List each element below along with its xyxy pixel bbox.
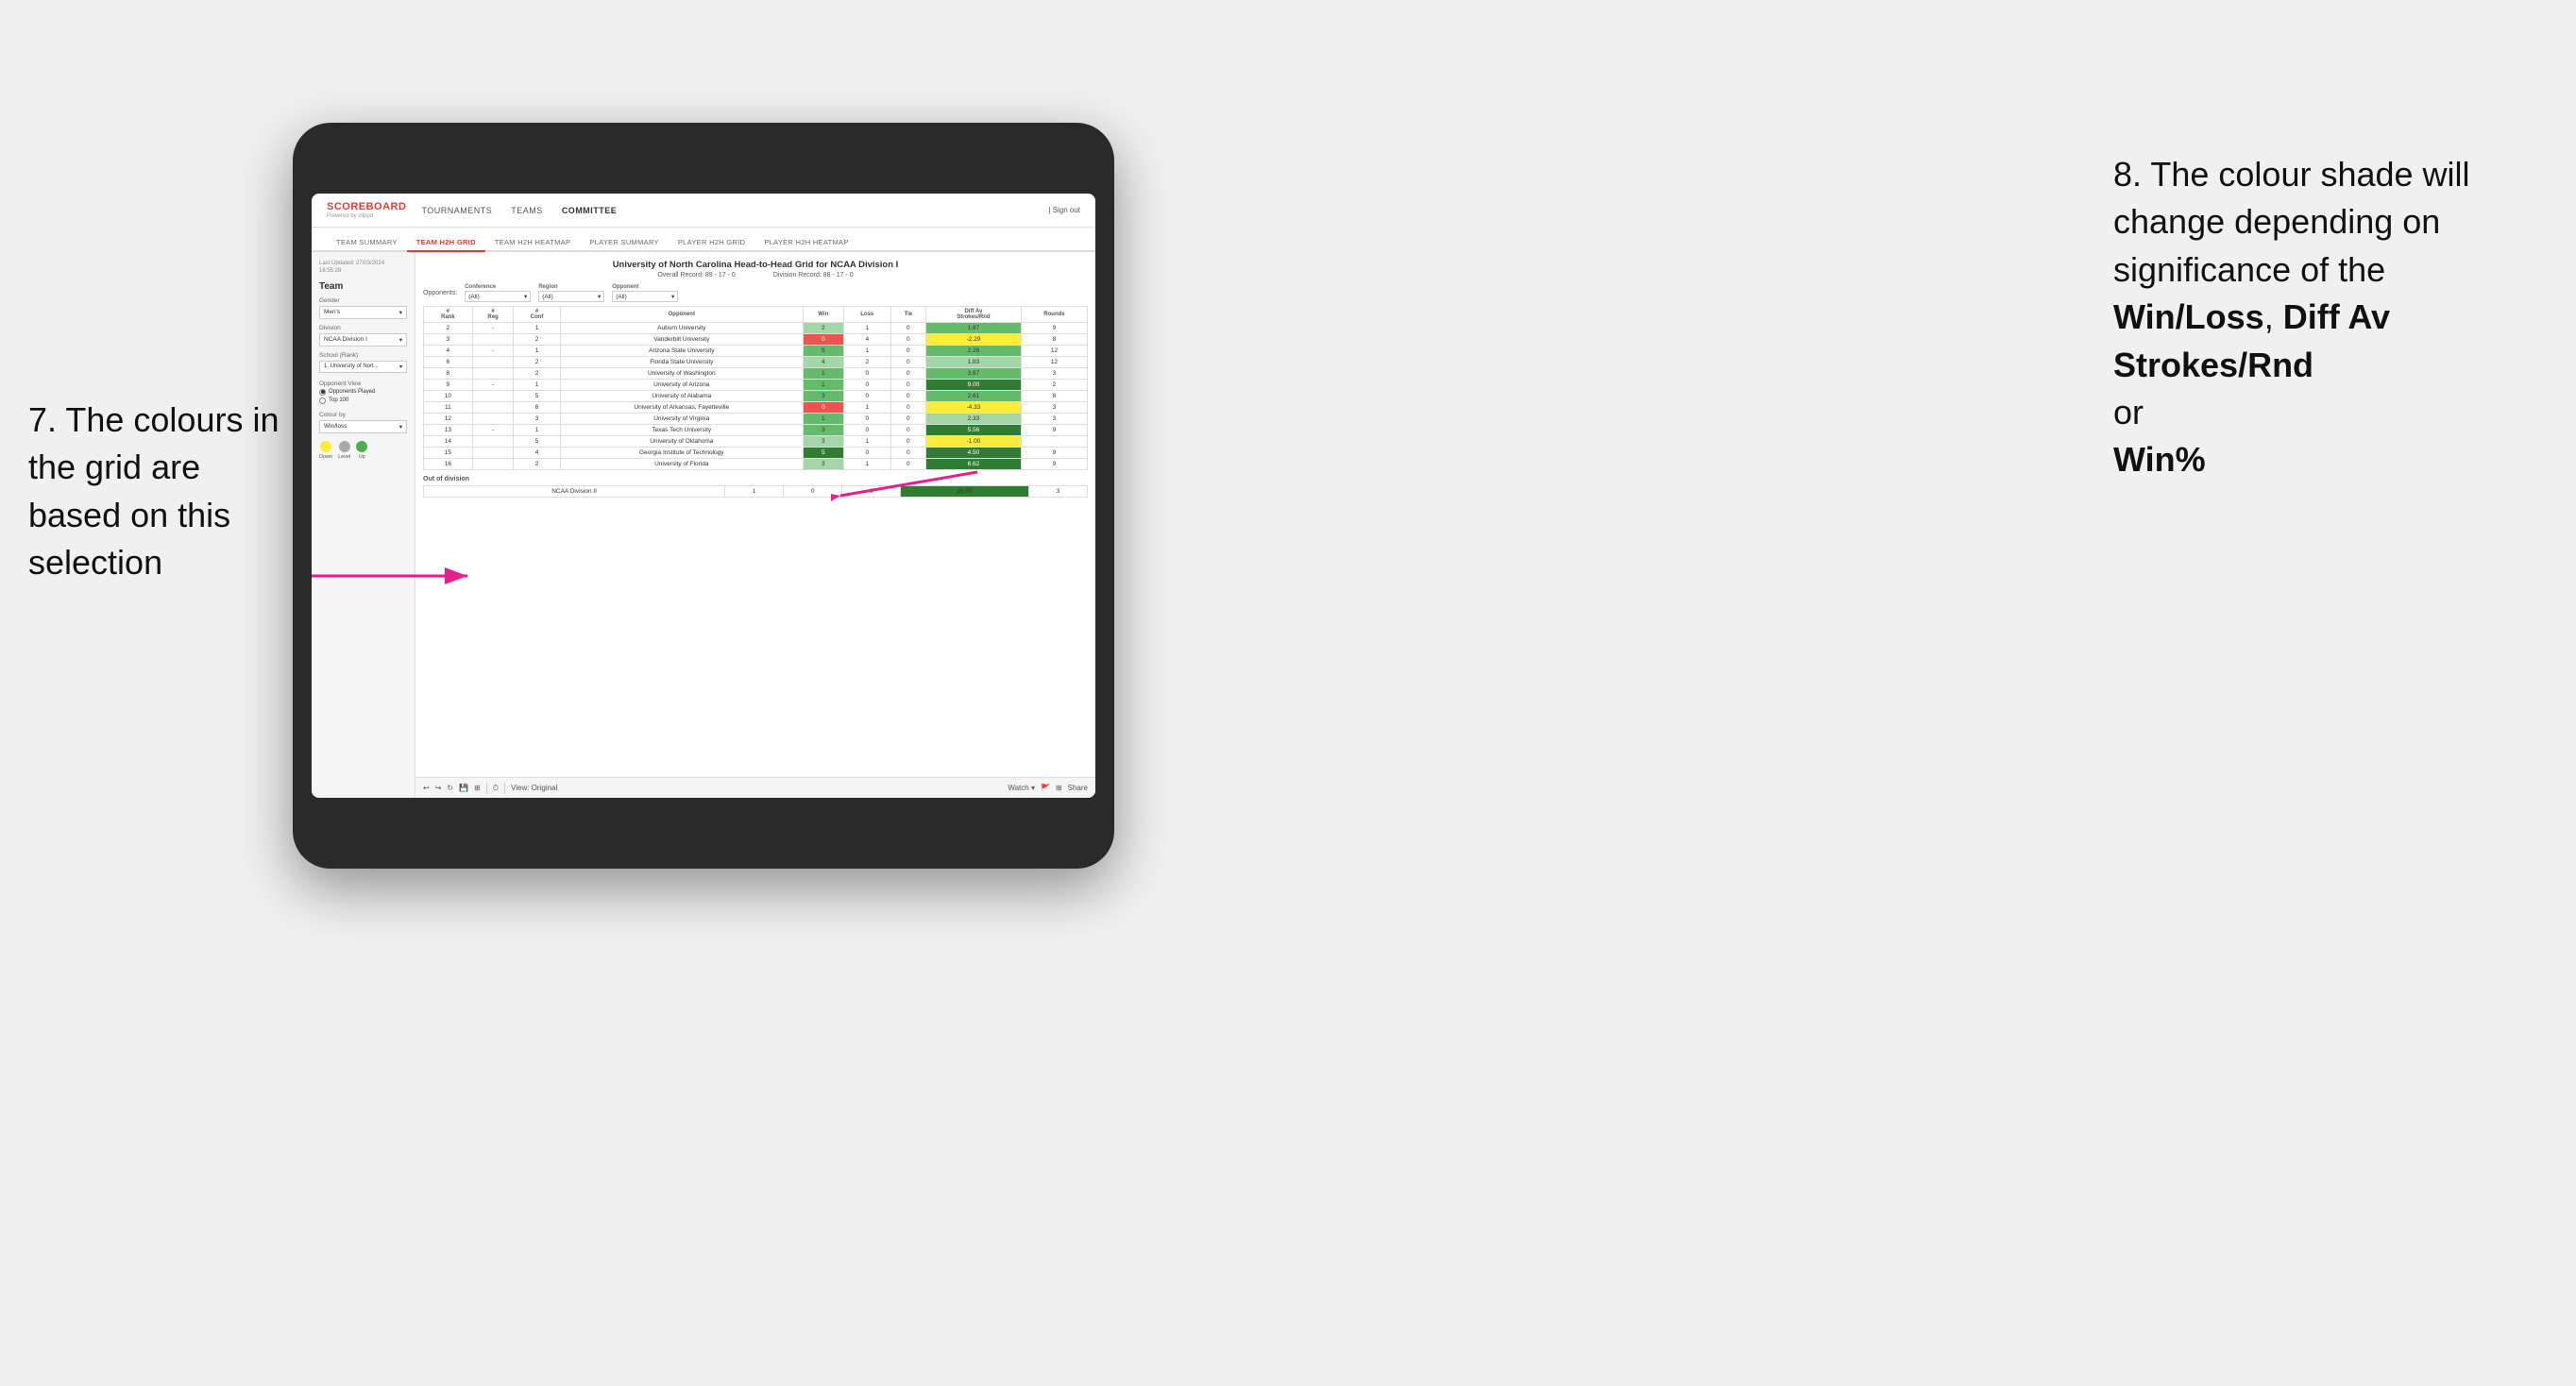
toolbar-grid[interactable]: ⊞ xyxy=(474,784,481,792)
table-row: 4 - 1 Arizona State University 5 1 0 2.2… xyxy=(424,346,1088,357)
arrow-left xyxy=(312,562,482,590)
nav-links: TOURNAMENTS TEAMS COMMITTEE xyxy=(421,206,617,215)
table-row: 3 2 Vanderbilt University 0 4 0 -2.29 8 xyxy=(424,334,1088,346)
school-dropdown[interactable]: 1. University of Nort... ▾ xyxy=(319,361,407,373)
annotation-left: 7. The colours in the grid are based on … xyxy=(28,397,302,587)
col-reg: #Reg xyxy=(472,307,514,323)
toolbar-layout[interactable]: ⊞ xyxy=(1056,784,1062,792)
col-win: Win xyxy=(803,307,843,323)
filter-row: Opponents: Conference (All) ▾ Region (Al… xyxy=(423,284,1088,302)
annotation-right: 8. The colour shade will change dependin… xyxy=(2113,151,2567,484)
grid-area: University of North Carolina Head-to-Hea… xyxy=(415,252,1095,798)
out-of-division-row: NCAA Division II 1 0 0 26.00 3 xyxy=(424,486,1088,498)
radio-dot-1 xyxy=(319,389,326,396)
col-opponent: Opponent xyxy=(560,307,803,323)
tab-team-h2h-grid[interactable]: TEAM H2H GRID xyxy=(407,238,485,252)
logo-sub: Powered by clippd xyxy=(327,213,406,219)
legend-down: Down xyxy=(319,441,332,460)
legend-up: Up xyxy=(356,441,367,460)
left-panel: Last Updated: 27/03/2024 16:55:28 Team G… xyxy=(312,252,415,798)
nav-tournaments[interactable]: TOURNAMENTS xyxy=(421,206,492,215)
toolbar-watch[interactable]: Watch ▾ xyxy=(1008,784,1035,792)
out-of-division-table: NCAA Division II 1 0 0 26.00 3 xyxy=(423,485,1088,498)
table-row: 15 4 Georgia Institute of Technology 5 0… xyxy=(424,448,1088,459)
toolbar-save[interactable]: 💾 xyxy=(459,784,468,792)
tab-player-summary[interactable]: PLAYER SUMMARY xyxy=(580,238,669,252)
toolbar-view[interactable]: View: Original xyxy=(511,784,557,792)
radio-dot-2 xyxy=(319,397,326,404)
col-loss: Loss xyxy=(843,307,890,323)
nav-teams[interactable]: TEAMS xyxy=(511,206,543,215)
toolbar-clock[interactable]: ⏱ xyxy=(493,784,499,793)
tab-player-h2h-heatmap[interactable]: PLAYER H2H HEATMAP xyxy=(754,238,857,252)
radio-top100[interactable]: Top 100 xyxy=(319,397,407,404)
opponent-filter: Opponent (All) ▾ xyxy=(612,284,678,302)
table-row: 16 2 University of Florida 3 1 0 6.62 9 xyxy=(424,459,1088,470)
toolbar-divider-1 xyxy=(486,783,487,794)
table-row: 2 - 1 Auburn University 2 1 0 1.67 9 xyxy=(424,323,1088,334)
opponent-select[interactable]: (All) ▾ xyxy=(612,291,678,302)
main-content: Last Updated: 27/03/2024 16:55:28 Team G… xyxy=(312,252,1095,798)
division-dropdown[interactable]: NCAA Division I ▾ xyxy=(319,333,407,346)
grid-subtitle: Overall Record: 89 - 17 - 0 Division Rec… xyxy=(423,272,1088,279)
logo: SCOREBOARD xyxy=(327,201,406,212)
team-label: Team xyxy=(319,281,407,292)
legend-dot-up xyxy=(356,441,367,452)
legend-dot-down xyxy=(320,441,331,452)
tab-player-h2h-grid[interactable]: PLAYER H2H GRID xyxy=(669,238,754,252)
radio-opponents-played[interactable]: Opponents Played xyxy=(319,389,407,396)
conference-filter: Conference (All) ▾ xyxy=(465,284,531,302)
region-select[interactable]: (All) ▾ xyxy=(538,291,604,302)
toolbar-share[interactable]: Share xyxy=(1068,784,1088,792)
opponent-view: Opponent View Opponents Played Top 100 xyxy=(319,380,407,404)
legend-dot-level xyxy=(339,441,350,452)
toolbar-undo[interactable]: ↩ xyxy=(423,784,430,792)
region-filter: Region (All) ▾ xyxy=(538,284,604,302)
out-of-division-label: Out of division xyxy=(423,476,1088,482)
col-tie: Tie xyxy=(890,307,925,323)
table-row: 12 3 University of Virginia 1 0 0 2.33 3 xyxy=(424,414,1088,425)
conference-select[interactable]: (All) ▾ xyxy=(465,291,531,302)
col-conf: #Conf xyxy=(514,307,560,323)
table-row: 6 2 Florida State University 4 2 0 1.83 … xyxy=(424,357,1088,368)
table-row: 9 - 1 University of Arizona 1 0 0 9.00 2 xyxy=(424,380,1088,391)
data-table: #Rank #Reg #Conf Opponent Win Loss Tie D… xyxy=(423,306,1088,470)
col-rank: #Rank xyxy=(424,307,473,323)
school-label: School (Rank) xyxy=(319,352,407,359)
table-row: 11 6 University of Arkansas, Fayettevill… xyxy=(424,402,1088,414)
toolbar-refresh[interactable]: ↻ xyxy=(447,784,453,792)
nav-bar: SCOREBOARD Powered by clippd TOURNAMENTS… xyxy=(312,194,1095,228)
gender-dropdown[interactable]: Men's ▾ xyxy=(319,306,407,319)
toolbar-flag[interactable]: 🚩 xyxy=(1041,784,1050,792)
grid-title: University of North Carolina Head-to-Hea… xyxy=(423,260,1088,270)
table-row: 10 5 University of Alabama 3 0 0 2.61 8 xyxy=(424,391,1088,402)
tab-team-h2h-heatmap[interactable]: TEAM H2H HEATMAP xyxy=(485,238,581,252)
table-row: 14 5 University of Oklahoma 3 1 0 -1.00 xyxy=(424,436,1088,448)
tab-team-summary[interactable]: TEAM SUMMARY xyxy=(327,238,407,252)
nav-committee[interactable]: COMMITTEE xyxy=(562,206,618,215)
toolbar-bottom: ↩ ↪ ↻ 💾 ⊞ ⏱ View: Original Watch ▾ 🚩 ⊞ S… xyxy=(415,777,1095,798)
sub-nav: TEAM SUMMARY TEAM H2H GRID TEAM H2H HEAT… xyxy=(312,228,1095,252)
col-diff: Diff AvStrokes/Rnd xyxy=(925,307,1021,323)
colour-by-dropdown[interactable]: Win/loss ▾ xyxy=(319,420,407,433)
gender-label: Gender xyxy=(319,297,407,304)
col-rounds: Rounds xyxy=(1021,307,1087,323)
tablet-frame: SCOREBOARD Powered by clippd TOURNAMENTS… xyxy=(293,123,1114,869)
colour-by-section: Colour by Win/loss ▾ xyxy=(319,412,407,433)
sign-out[interactable]: | Sign out xyxy=(1048,206,1080,214)
legend-level: Level xyxy=(338,441,350,460)
division-label: Division xyxy=(319,325,407,331)
toolbar-divider-2 xyxy=(504,783,505,794)
toolbar-redo[interactable]: ↪ xyxy=(435,784,442,792)
colour-legend: Down Level Up xyxy=(319,441,407,460)
last-updated: Last Updated: 27/03/2024 16:55:28 xyxy=(319,260,407,276)
table-row: 8 2 University of Washington 1 0 0 3.67 … xyxy=(424,368,1088,380)
arrow-right xyxy=(831,463,982,510)
table-row: 13 - 1 Texas Tech University 3 0 0 5.56 … xyxy=(424,425,1088,436)
